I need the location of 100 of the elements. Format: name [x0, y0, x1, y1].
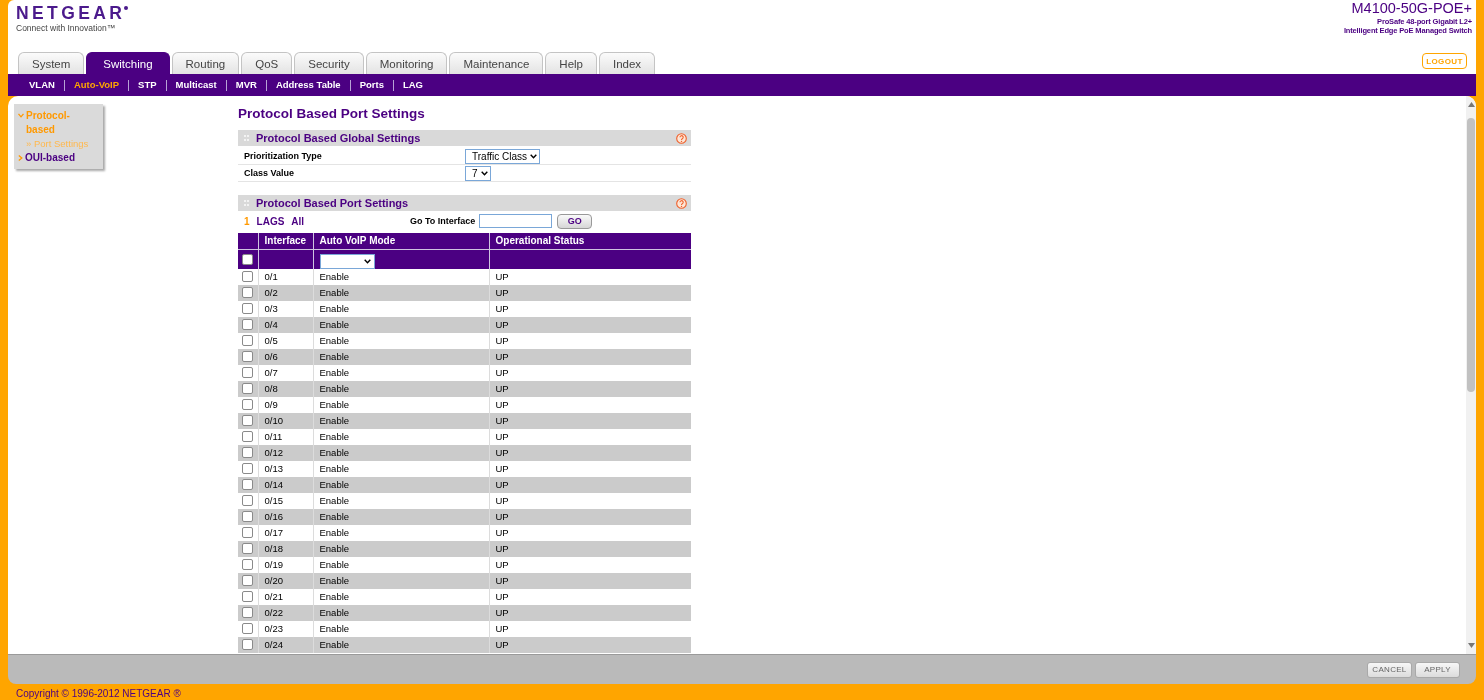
- row-checkbox[interactable]: [242, 511, 253, 522]
- row-checkbox[interactable]: [242, 415, 253, 426]
- scroll-down-icon[interactable]: [1467, 643, 1475, 648]
- nav-tab[interactable]: Index: [599, 52, 656, 74]
- row-checkbox[interactable]: [242, 319, 253, 330]
- trademark-dot-icon: [124, 6, 129, 10]
- row-checkbox[interactable]: [242, 591, 253, 602]
- subnav-link[interactable]: VLAN: [20, 79, 64, 91]
- interface-cell: 0/17: [264, 527, 283, 538]
- mode-cell: Enable: [319, 639, 350, 650]
- row-checkbox[interactable]: [242, 463, 253, 474]
- interface-cell: 0/20: [264, 575, 283, 586]
- row-checkbox[interactable]: [242, 351, 253, 362]
- page-title: Protocol Based Port Settings: [238, 106, 425, 122]
- interface-cell: 0/2: [264, 287, 278, 298]
- nav-tab[interactable]: Switching: [86, 52, 170, 74]
- interface-cell: 0/5: [264, 335, 278, 346]
- row-checkbox[interactable]: [242, 559, 253, 570]
- subnav-link[interactable]: Ports: [350, 79, 393, 91]
- subnav-link[interactable]: Address Table: [266, 79, 350, 91]
- subnav-link[interactable]: LAG: [393, 79, 432, 91]
- column-header: Auto VoIP Mode: [313, 233, 489, 249]
- subnav-link[interactable]: STP: [129, 79, 166, 91]
- status-cell: UP: [495, 447, 509, 458]
- tagline: Connect with Innovation™: [16, 23, 116, 33]
- nav-tab[interactable]: Routing: [171, 52, 240, 74]
- mode-cell: Enable: [319, 383, 350, 394]
- mode-cell: Enable: [319, 447, 350, 458]
- interface-cell: 0/16: [264, 511, 283, 522]
- interface-cell: 0/4: [264, 319, 278, 330]
- interface-cell: 0/8: [264, 383, 278, 394]
- row-checkbox[interactable]: [242, 431, 253, 442]
- interface-cell: 0/12: [264, 447, 283, 458]
- select-all-checkbox[interactable]: [242, 253, 253, 265]
- status-cell: UP: [495, 303, 509, 314]
- panel-title: Protocol Based Port Settings: [256, 196, 409, 210]
- interface-cell: 0/22: [264, 607, 283, 618]
- dropdown-select[interactable]: 7: [465, 165, 491, 181]
- sidebar-item[interactable]: OUI-based: [18, 151, 75, 165]
- bulk-mode-select[interactable]: [319, 253, 375, 269]
- row-checkbox[interactable]: [242, 399, 253, 410]
- go-button[interactable]: GO: [557, 213, 593, 229]
- row-checkbox[interactable]: [242, 447, 253, 458]
- field-label: Class Value: [244, 168, 296, 178]
- subnav-link[interactable]: Multicast: [166, 79, 226, 91]
- row-checkbox[interactable]: [242, 543, 253, 554]
- row-checkbox[interactable]: [242, 623, 253, 634]
- row-checkbox[interactable]: [242, 575, 253, 586]
- interface-cell: 0/9: [264, 399, 278, 410]
- subnav-link[interactable]: Auto-VoIP: [64, 79, 129, 91]
- status-cell: UP: [495, 319, 509, 330]
- row-checkbox[interactable]: [242, 271, 253, 282]
- row-checkbox[interactable]: [242, 367, 253, 378]
- row-checkbox[interactable]: [242, 607, 253, 618]
- filter-link[interactable]: LAGS: [256, 215, 285, 227]
- mode-cell: Enable: [319, 335, 350, 346]
- dropdown-select[interactable]: Traffic Class: [465, 148, 540, 164]
- help-icon[interactable]: [676, 132, 687, 144]
- nav-tab[interactable]: Maintenance: [449, 52, 544, 74]
- status-cell: UP: [495, 351, 509, 362]
- row-checkbox[interactable]: [242, 527, 253, 538]
- status-cell: UP: [495, 591, 509, 602]
- nav-tab[interactable]: QoS: [241, 52, 293, 74]
- status-cell: UP: [495, 575, 509, 586]
- row-checkbox[interactable]: [242, 287, 253, 298]
- scrollbar-thumb[interactable]: [1467, 118, 1475, 392]
- help-icon[interactable]: [676, 197, 687, 209]
- filter-link[interactable]: All: [291, 215, 305, 227]
- mode-cell: Enable: [319, 559, 350, 570]
- model-name: M4100-50G-POE+: [1351, 0, 1472, 17]
- row-checkbox[interactable]: [242, 479, 253, 490]
- status-cell: UP: [495, 527, 509, 538]
- row-checkbox[interactable]: [242, 303, 253, 314]
- column-header: Operational Status: [489, 233, 691, 249]
- interface-input[interactable]: [479, 214, 553, 228]
- interface-cell: 0/11: [264, 431, 283, 442]
- interface-cell: 0/13: [264, 463, 283, 474]
- interface-cell: 0/24: [264, 639, 283, 650]
- interface-cell: 0/7: [264, 367, 278, 378]
- nav-tab[interactable]: Help: [545, 52, 597, 74]
- scroll-up-icon[interactable]: [1467, 102, 1475, 107]
- row-checkbox[interactable]: [242, 495, 253, 506]
- subnav-link[interactable]: MVR: [226, 79, 266, 91]
- row-checkbox[interactable]: [242, 639, 253, 650]
- chevron-down-icon: [530, 153, 537, 159]
- action-button[interactable]: CANCEL: [1367, 661, 1412, 678]
- row-checkbox[interactable]: [242, 383, 253, 394]
- interface-cell: 0/3: [264, 303, 278, 314]
- nav-tab[interactable]: Security: [294, 52, 364, 74]
- status-cell: UP: [495, 559, 509, 570]
- mode-cell: Enable: [319, 399, 350, 410]
- row-checkbox[interactable]: [242, 335, 253, 346]
- status-cell: UP: [495, 495, 509, 506]
- status-cell: UP: [495, 511, 509, 522]
- status-cell: UP: [495, 383, 509, 394]
- nav-tab[interactable]: System: [18, 52, 85, 74]
- mode-cell: Enable: [319, 575, 350, 586]
- nav-tab[interactable]: Monitoring: [365, 52, 448, 74]
- mode-cell: Enable: [319, 367, 350, 378]
- action-button[interactable]: APPLY: [1415, 661, 1460, 678]
